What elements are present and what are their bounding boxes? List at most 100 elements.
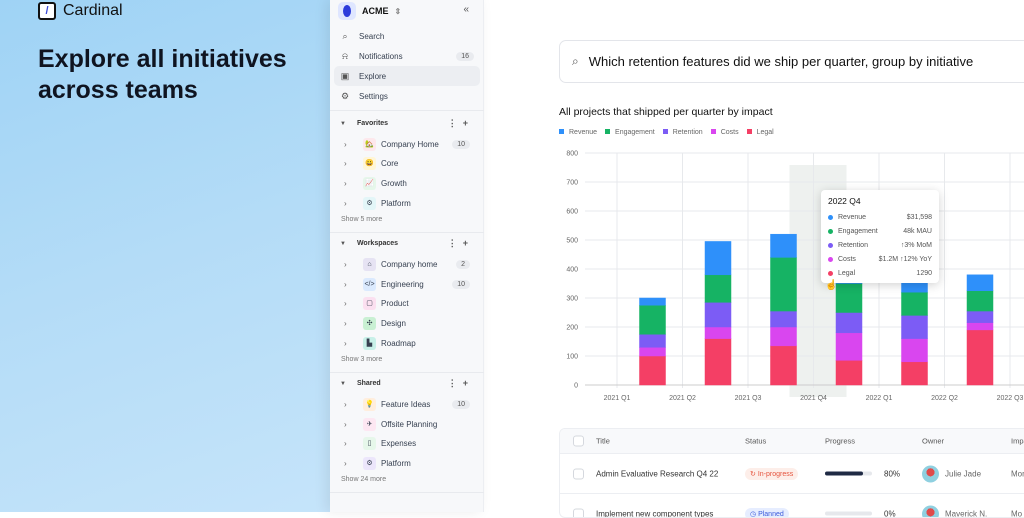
legend-item[interactable]: Retention bbox=[663, 129, 703, 136]
impact-value: Mo bbox=[1011, 509, 1022, 518]
item-label: Engineering bbox=[381, 280, 424, 289]
row-checkbox[interactable] bbox=[573, 468, 584, 479]
section-favorites[interactable]: ▼Favorites⋮+ bbox=[340, 118, 474, 129]
sidebar-item[interactable]: ›😀Core bbox=[344, 155, 476, 173]
column-progress[interactable]: Progress bbox=[825, 437, 855, 446]
section-actions-icon[interactable]: ⋮+ bbox=[448, 238, 474, 249]
y-tick-label: 300 bbox=[566, 296, 578, 303]
x-tick-label: 2021 Q2 bbox=[669, 395, 696, 402]
table-row[interactable]: Implement new component types ◷ Planned … bbox=[560, 494, 1024, 518]
row-title[interactable]: Implement new component types bbox=[596, 509, 713, 518]
table-row[interactable]: Admin Evaluative Research Q4 22 ↻ In-pro… bbox=[560, 454, 1024, 494]
nav-settings[interactable]: ⚙Settings bbox=[334, 86, 480, 106]
legend-swatch bbox=[663, 129, 668, 134]
item-icon: ▢ bbox=[363, 297, 376, 310]
x-tick-label: 2022 Q3 bbox=[997, 395, 1024, 402]
sidebar-item[interactable]: ›✈Offsite Planning bbox=[344, 415, 476, 433]
legend-item[interactable]: Engagement bbox=[605, 129, 655, 136]
sidebar-item[interactable]: ›⚙Platform bbox=[344, 194, 476, 212]
workspace-switcher[interactable]: ACME ⇕ bbox=[338, 2, 401, 20]
chevron-right-icon: › bbox=[344, 439, 354, 448]
chevron-right-icon: › bbox=[344, 420, 354, 429]
legend-item[interactable]: Legal bbox=[747, 129, 774, 136]
status-icon: ↻ bbox=[750, 471, 756, 478]
chart-legend: Revenue Engagement Retention Costs Legal bbox=[559, 129, 774, 136]
legend-item[interactable]: Costs bbox=[711, 129, 739, 136]
y-tick-label: 0 bbox=[574, 383, 578, 390]
nav-explore[interactable]: ▣ Explore bbox=[334, 66, 480, 86]
column-title[interactable]: Title bbox=[596, 437, 610, 446]
row-title[interactable]: Admin Evaluative Research Q4 22 bbox=[596, 469, 718, 478]
item-label: Product bbox=[381, 299, 409, 308]
item-icon: 🏡 bbox=[363, 138, 376, 151]
section-title: Shared bbox=[357, 380, 381, 387]
sidebar-item[interactable]: ›⌂Company home2 bbox=[344, 255, 476, 273]
show-more-link[interactable]: Show 24 more bbox=[341, 476, 386, 483]
section-actions-icon[interactable]: ⋮+ bbox=[448, 378, 474, 389]
bar-segment-retention bbox=[836, 313, 862, 333]
collapse-sidebar-icon[interactable]: « bbox=[463, 4, 469, 15]
chart-icon: ▣ bbox=[340, 71, 350, 82]
chart-tooltip: 2022 Q4 Revenue$31,598Engagement48k MAUR… bbox=[821, 190, 939, 283]
item-label: Company home bbox=[381, 260, 437, 269]
ai-search-input[interactable]: ⌕ Which retention features did we ship p… bbox=[559, 40, 1024, 83]
series-dot bbox=[828, 271, 833, 276]
nav-search[interactable]: ⌕Search bbox=[334, 26, 480, 46]
legend-item[interactable]: Revenue bbox=[559, 129, 597, 136]
caret-down-icon: ▼ bbox=[340, 381, 346, 387]
section-shared[interactable]: ▼ Shared ⋮+ bbox=[340, 378, 474, 389]
bar-segment-revenue bbox=[771, 234, 797, 257]
item-icon: 💡 bbox=[363, 398, 376, 411]
bar-segment-engagement bbox=[640, 305, 666, 334]
column-impact[interactable]: Impa bbox=[1011, 437, 1024, 446]
bar-segment-engagement bbox=[836, 284, 862, 313]
select-all-checkbox[interactable] bbox=[573, 436, 584, 447]
item-count: 10 bbox=[452, 280, 470, 289]
bar-segment-retention bbox=[967, 311, 993, 323]
bar-segment-legal bbox=[640, 356, 666, 385]
section-actions-icon[interactable]: ⋮+ bbox=[448, 118, 474, 129]
item-count: 2 bbox=[456, 260, 470, 269]
nav-notifications[interactable]: ⍾Notifications16 bbox=[334, 46, 480, 66]
search-icon: ⌕ bbox=[340, 31, 350, 42]
section-workspaces[interactable]: ▼Workspaces⋮+ bbox=[340, 238, 474, 249]
x-tick-label: 2021 Q3 bbox=[735, 395, 762, 402]
bar-segment-engagement bbox=[771, 257, 797, 311]
nav-label: Explore bbox=[359, 72, 386, 81]
sidebar-item[interactable]: ›▯Expenses bbox=[344, 435, 476, 453]
show-more-link[interactable]: Show 5 more bbox=[341, 216, 382, 223]
status-badge[interactable]: ↻ In-progress bbox=[745, 468, 798, 480]
sidebar-item[interactable]: ›⚙Platform bbox=[344, 455, 476, 473]
legend-label: Revenue bbox=[569, 129, 597, 136]
search-icon: ⌕ bbox=[572, 54, 579, 69]
sidebar-item[interactable]: ›🏡Company Home10 bbox=[344, 135, 476, 153]
item-label: Roadmap bbox=[381, 339, 416, 348]
stacked-bar-chart: 01002003004005006007008002021 Q12021 Q22… bbox=[550, 140, 1024, 405]
chevron-right-icon: › bbox=[344, 140, 354, 149]
column-status[interactable]: Status bbox=[745, 437, 766, 446]
item-icon: ⌂ bbox=[363, 258, 376, 271]
tooltip-value: $31,598 bbox=[907, 214, 932, 221]
progress-bar bbox=[825, 512, 872, 516]
chevron-right-icon: › bbox=[344, 319, 354, 328]
sidebar-item[interactable]: ›</>Engineering10 bbox=[344, 275, 476, 293]
y-tick-label: 800 bbox=[566, 151, 578, 158]
status-badge[interactable]: ◷ Planned bbox=[745, 508, 789, 518]
bar-segment-costs bbox=[771, 327, 797, 346]
legend-swatch bbox=[559, 129, 564, 134]
sidebar-item[interactable]: ›💡Feature Ideas10 bbox=[344, 395, 476, 413]
brand-name: Cardinal bbox=[63, 2, 123, 20]
row-checkbox[interactable] bbox=[573, 508, 584, 518]
y-tick-label: 600 bbox=[566, 209, 578, 216]
sidebar-item[interactable]: ›▙Roadmap bbox=[344, 334, 476, 352]
legend-swatch bbox=[747, 129, 752, 134]
sidebar-item[interactable]: ›✣Design bbox=[344, 315, 476, 333]
show-more-link[interactable]: Show 3 more bbox=[341, 356, 382, 363]
bar-segment-revenue bbox=[640, 298, 666, 305]
sidebar-item[interactable]: ›📈Growth bbox=[344, 175, 476, 193]
column-owner[interactable]: Owner bbox=[922, 437, 944, 446]
divider bbox=[330, 110, 484, 111]
item-icon: ✈ bbox=[363, 418, 376, 431]
avatar bbox=[922, 465, 939, 482]
sidebar-item[interactable]: ›▢Product bbox=[344, 295, 476, 313]
